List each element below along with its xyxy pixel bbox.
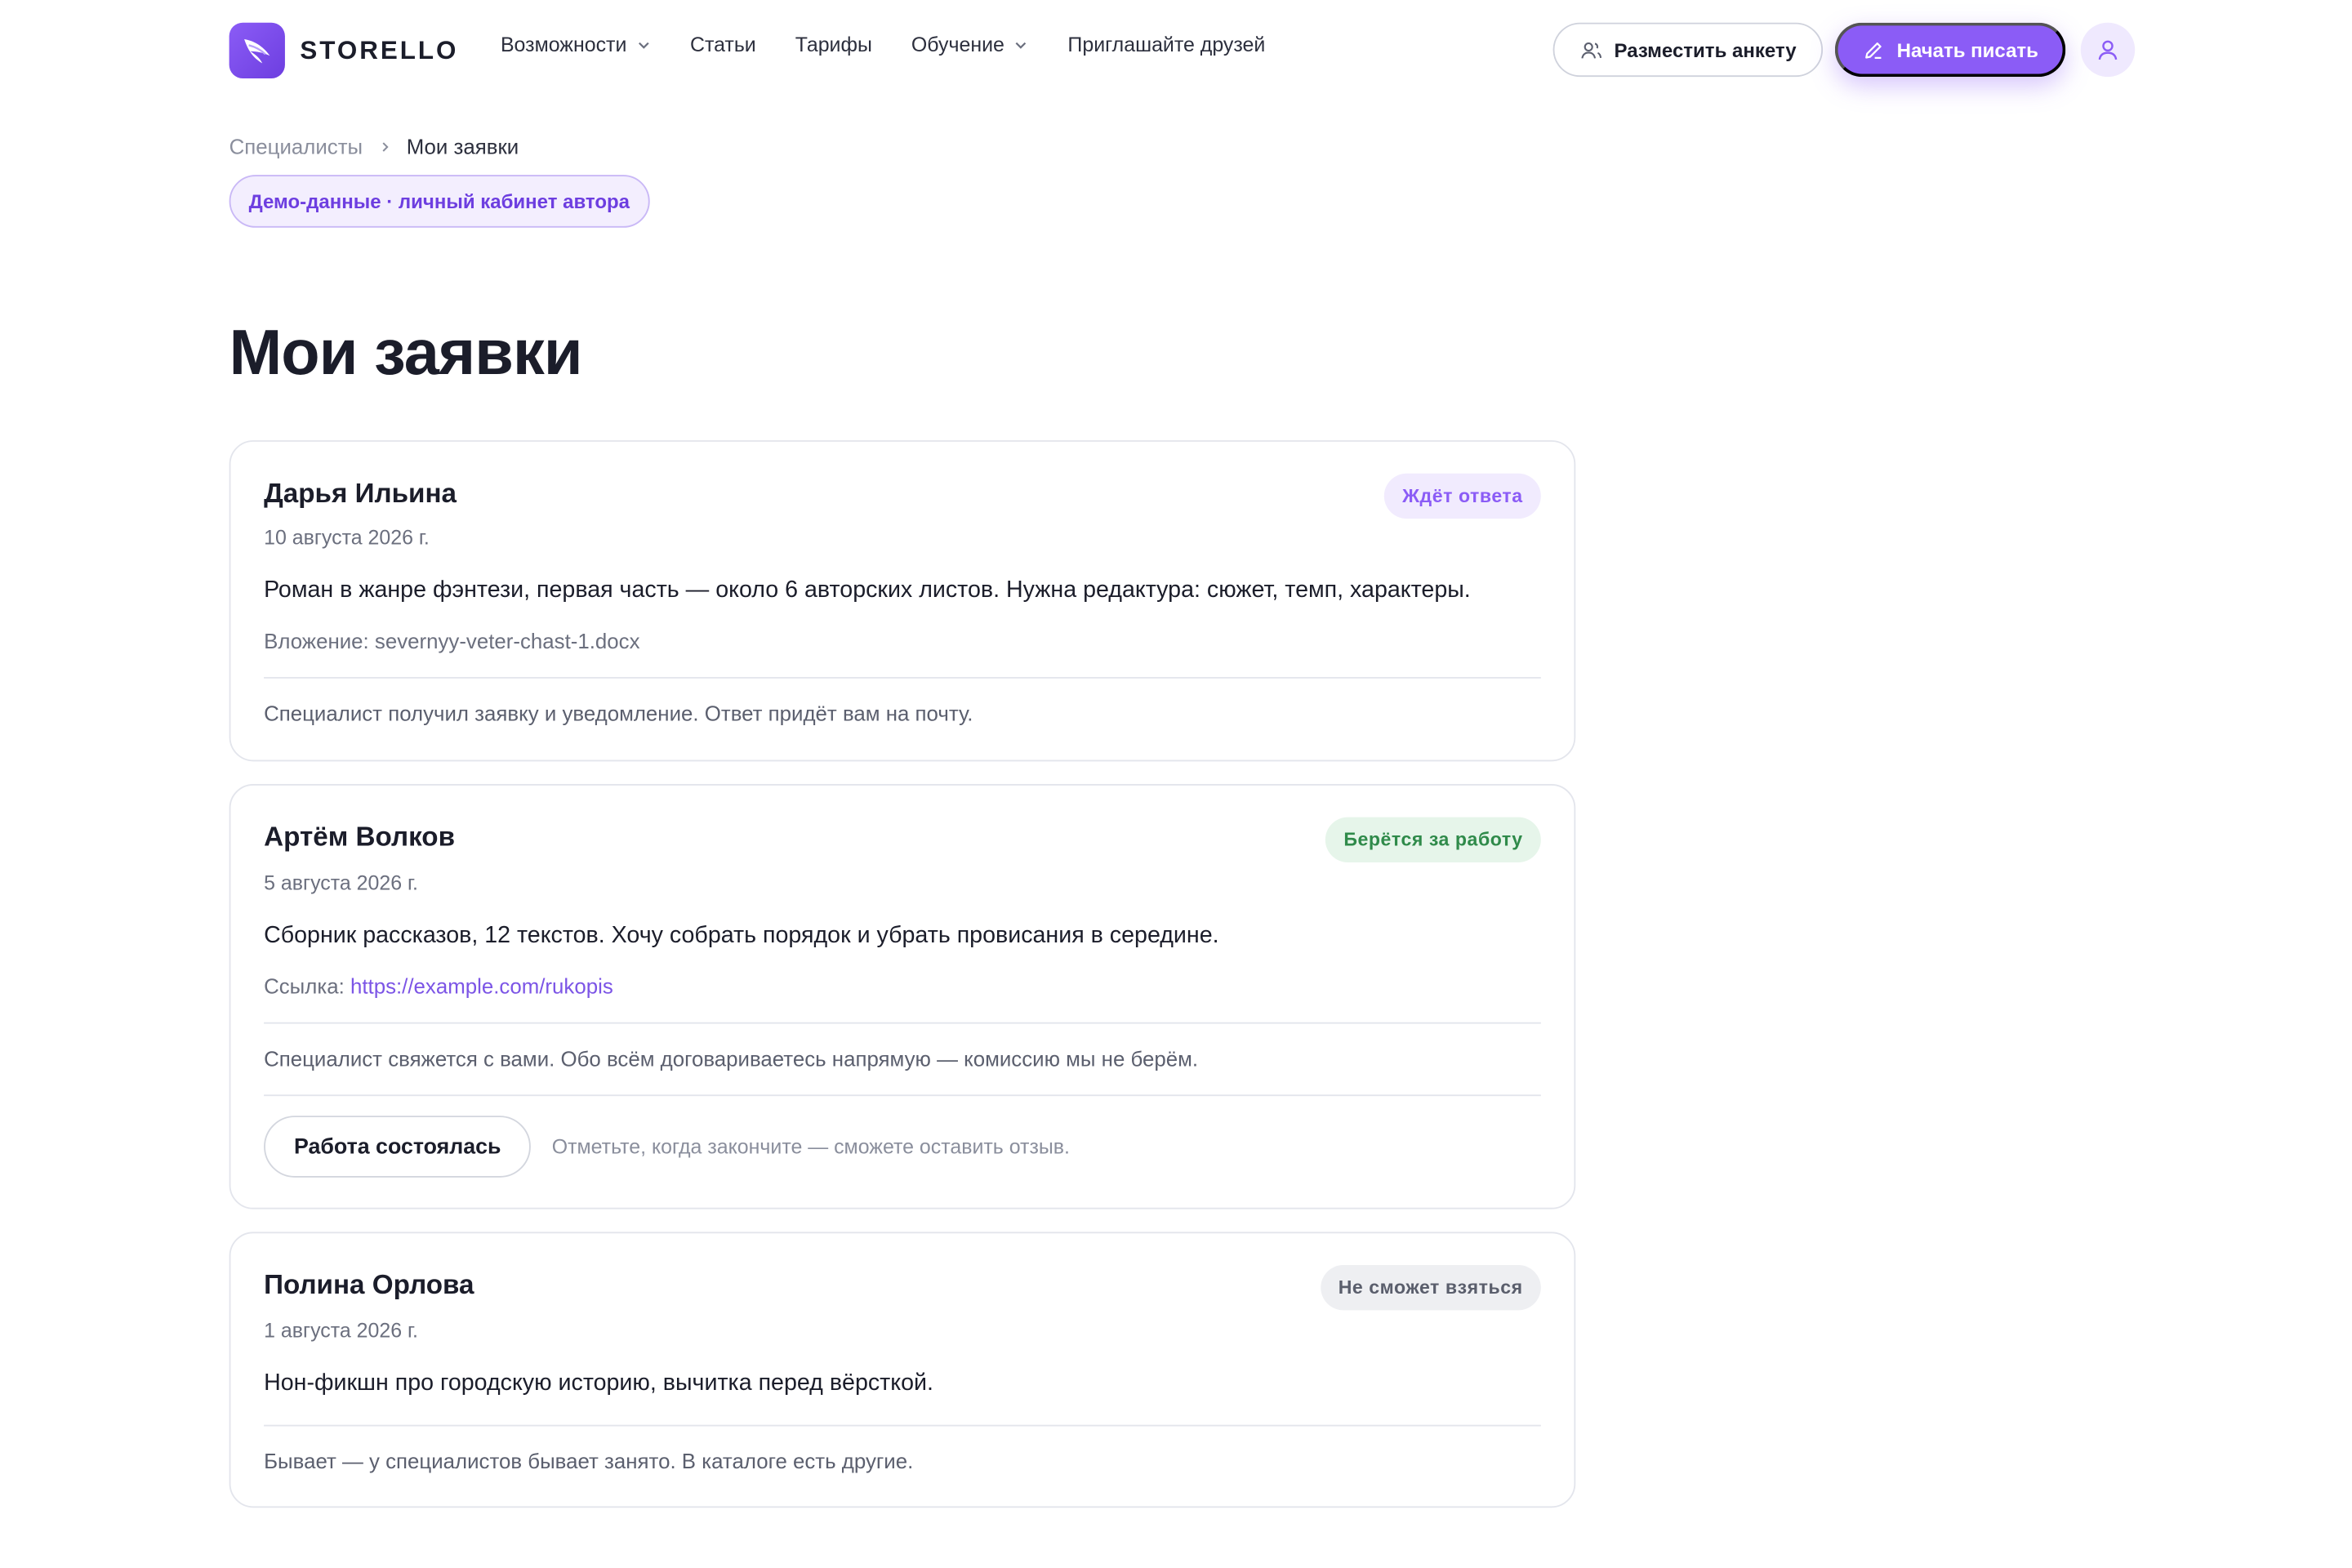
specialist-name: Дарья Ильина: [264, 478, 457, 509]
status-note: Бывает — у специалистов бывает занято. В…: [264, 1449, 914, 1473]
attachment-label: Вложение:: [264, 628, 369, 653]
chevron-down-icon: [638, 41, 649, 48]
top-navigation: STORELLO Возможности Статьи Тарифы Обуче…: [0, 0, 2352, 100]
users-icon: [1580, 42, 1601, 58]
nav-item-label: Возможности: [500, 33, 627, 56]
nav-item-invite-friends[interactable]: Приглашайте друзей: [1067, 33, 1265, 56]
chevron-down-icon: [1015, 41, 1027, 48]
start-writing-button[interactable]: Начать писать: [1834, 22, 2066, 78]
request-date: 5 августа 2026 г.: [264, 871, 418, 894]
specialist-name: Полина Орлова: [264, 1269, 474, 1300]
status-note: Специалист свяжется с вами. Обо всём дог…: [264, 1046, 1199, 1071]
work-completed-button[interactable]: Работа состоялась: [264, 1116, 532, 1178]
request-card: Артём Волков Берётся за работу 5 августа…: [229, 784, 1576, 1209]
status-badge: Не сможет взяться: [1320, 1264, 1541, 1311]
request-description: Роман в жанре фэнтези, первая часть — ок…: [264, 577, 1471, 604]
link-label: Ссылка:: [264, 973, 345, 999]
status-note: Специалист получил заявку и уведомление.…: [264, 701, 973, 726]
pencil-icon: [1865, 42, 1882, 59]
nav-item-pricing[interactable]: Тарифы: [795, 33, 872, 56]
divider: [264, 1022, 1541, 1024]
attachment-line: Вложение: severnyy-veter-chast-1.docx: [264, 629, 639, 653]
manuscript-link[interactable]: https://example.com/rukopis: [350, 974, 613, 999]
request-card: Полина Орлова Не сможет взяться 1 август…: [229, 1232, 1576, 1508]
nav-item-label: Обучение: [911, 33, 1004, 56]
status-badge: Ждёт ответа: [1383, 473, 1541, 519]
user-icon: [2098, 40, 2118, 60]
page-title: Мои заявки: [229, 316, 583, 388]
breadcrumb-current: Мои заявки: [406, 134, 519, 158]
divider: [264, 1094, 1541, 1097]
nav-item-features[interactable]: Возможности: [501, 33, 651, 56]
nav-item-label: Статьи: [689, 33, 756, 56]
nav-item-articles[interactable]: Статьи: [690, 33, 756, 56]
post-profile-label: Разместить анкету: [1614, 38, 1797, 61]
nav-item-learning[interactable]: Обучение: [911, 33, 1029, 56]
nav-item-label: Тарифы: [795, 33, 872, 56]
chevron-right-icon: [378, 134, 392, 158]
specialist-name: Артём Волков: [264, 822, 456, 853]
divider: [264, 1424, 1541, 1427]
brand-name: STORELLO: [300, 35, 459, 65]
request-description: Сборник рассказов, 12 текстов. Хочу собр…: [264, 922, 1219, 949]
demo-data-badge: Демо-данные · личный кабинет автора: [229, 175, 650, 228]
request-date: 10 августа 2026 г.: [264, 526, 430, 550]
status-badge: Берётся за работу: [1325, 817, 1541, 863]
request-description: Нон-фикшн про городскую историю, вычитка…: [264, 1370, 933, 1396]
breadcrumb-specialists-link[interactable]: Специалисты: [229, 134, 363, 158]
post-profile-button[interactable]: Разместить анкету: [1552, 22, 1824, 78]
request-date: 1 августа 2026 г.: [264, 1319, 418, 1343]
link-line: Ссылка: https://example.com/rukopis: [264, 974, 613, 999]
request-card: Дарья Ильина Ждёт ответа 10 августа 2026…: [229, 440, 1576, 762]
nav-item-label: Приглашайте друзей: [1067, 33, 1266, 56]
account-menu-button[interactable]: [2080, 22, 2136, 78]
breadcrumb: Специалисты Мои заявки: [229, 134, 519, 158]
work-completed-hint: Отметьте, когда закончите — сможете оста…: [551, 1135, 1070, 1158]
attachment-filename[interactable]: severnyy-veter-chast-1.docx: [375, 629, 640, 653]
brand-logo[interactable]: STORELLO: [229, 22, 459, 79]
start-writing-label: Начать писать: [1896, 38, 2038, 61]
page: STORELLO Возможности Статьи Тарифы Обуче…: [0, 0, 2352, 1568]
divider: [264, 676, 1541, 679]
feather-logo-icon: [229, 22, 285, 79]
main-nav: Возможности Статьи Тарифы Обучение Пригл…: [501, 33, 1265, 56]
